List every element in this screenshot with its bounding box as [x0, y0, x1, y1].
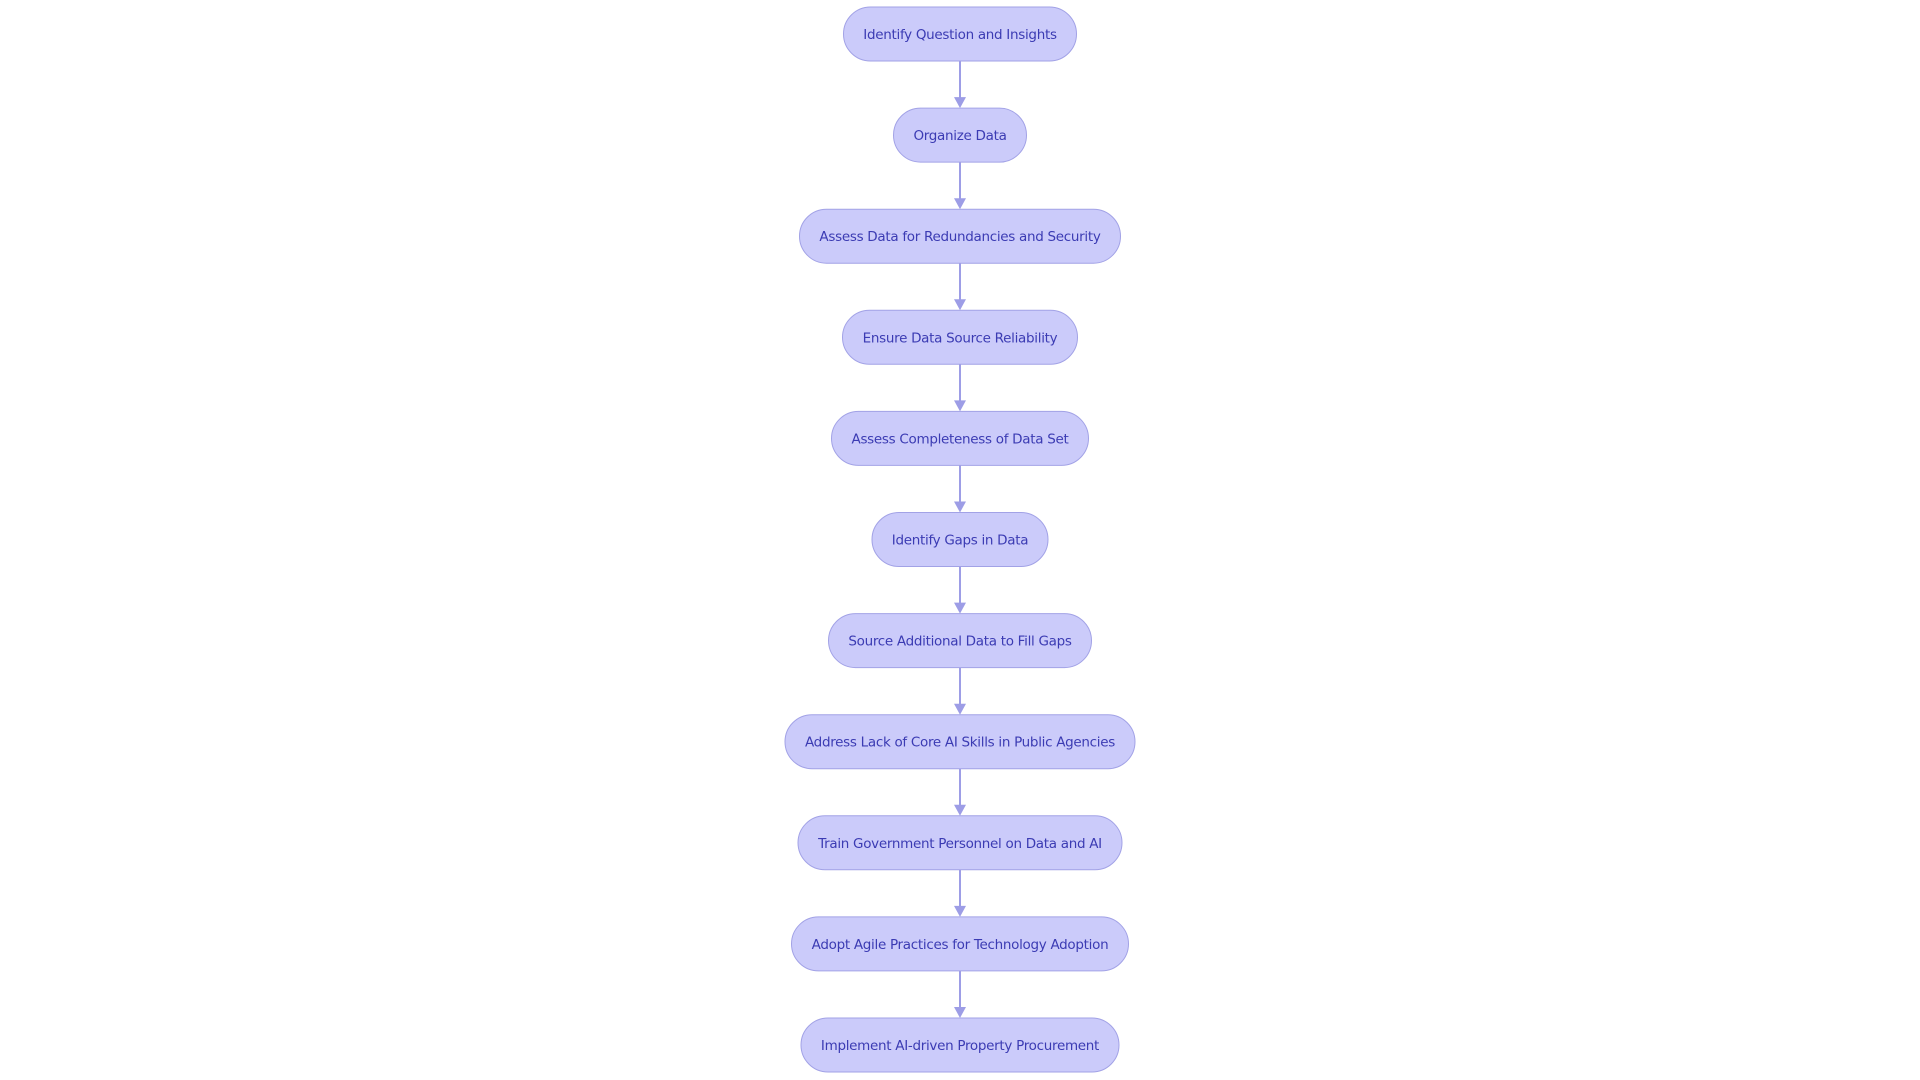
- node-label: Assess Data for Redundancies and Securit…: [819, 229, 1100, 245]
- node-label: Identify Question and Insights: [863, 27, 1057, 43]
- flow-node-n8: Address Lack of Core AI Skills in Public…: [784, 714, 1136, 770]
- node-label: Address Lack of Core AI Skills in Public…: [805, 735, 1115, 751]
- edge-n4-n5: [954, 364, 966, 412]
- node-label: Implement AI-driven Property Procurement: [821, 1038, 1099, 1054]
- arrowhead-icon: [954, 97, 966, 109]
- flow-node-n4: Ensure Data Source Reliability: [842, 309, 1078, 365]
- node-label: Assess Completeness of Data Set: [852, 431, 1069, 447]
- edge-n1-n2: [954, 61, 966, 109]
- node-label: Ensure Data Source Reliability: [863, 330, 1058, 346]
- arrowhead-icon: [954, 198, 966, 210]
- flow-node-n9: Train Government Personnel on Data and A…: [797, 815, 1123, 871]
- edge-n6-n7: [954, 566, 966, 614]
- edge-n2-n3: [954, 162, 966, 210]
- flow-node-n11: Implement AI-driven Property Procurement: [800, 1017, 1120, 1073]
- flow-node-n6: Identify Gaps in Data: [871, 512, 1049, 567]
- edge-n10-n11: [954, 970, 966, 1018]
- flow-node-n7: Source Additional Data to Fill Gaps: [828, 613, 1092, 669]
- flow-node-n5: Assess Completeness of Data Set: [831, 410, 1089, 466]
- node-label: Identify Gaps in Data: [892, 533, 1028, 549]
- arrowhead-icon: [954, 501, 966, 513]
- edge-n5-n6: [954, 465, 966, 513]
- edge-n7-n8: [954, 667, 966, 715]
- arrowhead-icon: [954, 299, 966, 311]
- arrowhead-icon: [954, 703, 966, 715]
- flowchart: Identify Question and Insights Organize D…: [784, 6, 1136, 1073]
- flow-node-n3: Assess Data for Redundancies and Securit…: [799, 208, 1121, 264]
- arrowhead-icon: [954, 804, 966, 816]
- flow-node-n1: Identify Question and Insights: [843, 6, 1077, 62]
- edge-n9-n10: [954, 869, 966, 917]
- arrowhead-icon: [954, 905, 966, 917]
- edge-n8-n9: [954, 768, 966, 816]
- arrowhead-icon: [954, 1007, 966, 1018]
- arrowhead-icon: [954, 602, 966, 614]
- arrowhead-icon: [954, 400, 966, 412]
- flow-node-n2: Organize Data: [893, 107, 1027, 163]
- node-label: Source Additional Data to Fill Gaps: [848, 634, 1072, 650]
- node-label: Organize Data: [913, 128, 1006, 144]
- node-label: Train Government Personnel on Data and A…: [817, 836, 1102, 852]
- node-label: Adopt Agile Practices for Technology Ado…: [812, 937, 1109, 953]
- edge-n3-n4: [954, 263, 966, 311]
- flow-node-n10: Adopt Agile Practices for Technology Ado…: [791, 916, 1129, 972]
